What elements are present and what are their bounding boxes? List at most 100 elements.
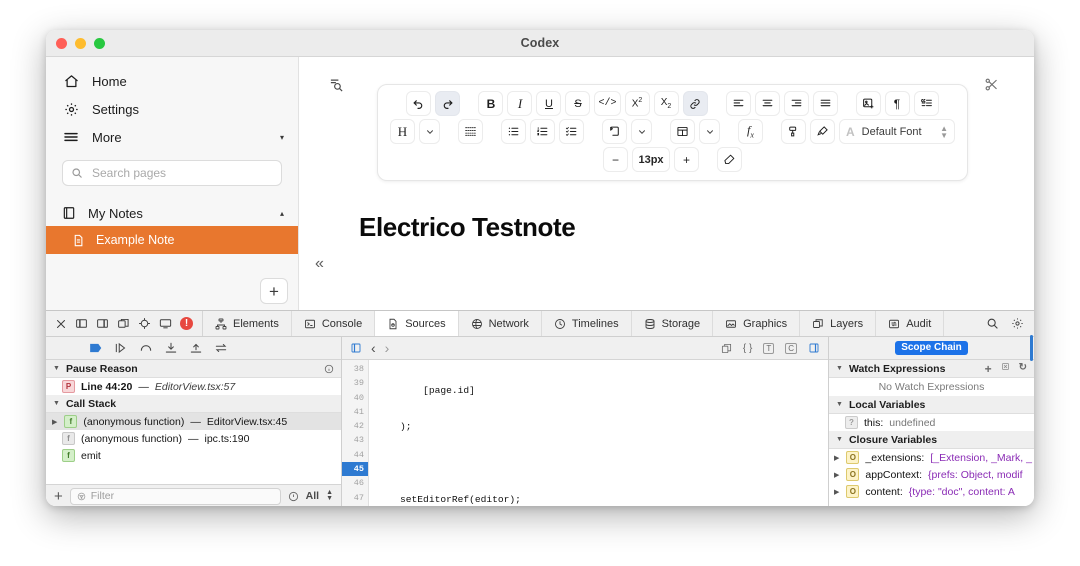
chevron-updown-icon[interactable]: ▲▼ xyxy=(326,490,333,502)
italic-button[interactable]: I xyxy=(507,91,532,116)
undo-button[interactable] xyxy=(406,91,431,116)
font-family-select[interactable]: A Default Font ▲▼ xyxy=(839,119,955,144)
search-box[interactable] xyxy=(62,160,282,186)
step-out-icon[interactable] xyxy=(189,342,203,354)
sidebar-section-header[interactable]: My Notes ▴ xyxy=(46,200,298,226)
dock-undock-icon[interactable] xyxy=(117,317,130,330)
find-in-page-icon[interactable] xyxy=(329,77,344,92)
closure-variable-row[interactable]: ▶ O _extensions: [_Extension, _Mark, _ xyxy=(829,449,1034,466)
tab-storage[interactable]: Storage xyxy=(632,311,714,336)
call-stack-frame[interactable]: f (anonymous function) — ipc.ts:190 xyxy=(46,430,341,447)
resources-icon[interactable] xyxy=(721,343,732,354)
resume-icon[interactable] xyxy=(114,342,128,354)
filter-scope-label[interactable]: All xyxy=(306,490,319,502)
disclosure-triangle-icon[interactable]: ▼ xyxy=(836,365,843,372)
info-icon[interactable] xyxy=(324,364,334,374)
pretty-print-icon[interactable]: { } xyxy=(743,343,752,354)
nav-back-icon[interactable]: ‹ xyxy=(371,340,376,356)
superscript-button[interactable]: X2 xyxy=(625,91,650,116)
tab-network[interactable]: Network xyxy=(459,311,542,336)
disclosure-triangle-icon[interactable]: ▼ xyxy=(53,400,60,407)
step-icon[interactable] xyxy=(214,342,228,354)
search-input[interactable] xyxy=(90,165,273,181)
strikethrough-button[interactable]: S xyxy=(565,91,590,116)
fill-color-button[interactable] xyxy=(781,119,806,144)
disclosure-triangle-icon[interactable]: ▶ xyxy=(834,488,839,496)
highlight-button[interactable] xyxy=(810,119,835,144)
tab-elements[interactable]: Elements xyxy=(203,311,292,336)
code-text[interactable]: [page.id] ); setEditorRef(editor); useEf… xyxy=(369,360,828,506)
closure-variable-row[interactable]: ▶ O appContext: {prefs: Object, modif xyxy=(829,466,1034,483)
filter-input[interactable]: Filter xyxy=(70,488,281,505)
pause-reason-header[interactable]: ▼ Pause Reason xyxy=(46,360,341,378)
subscript-button[interactable]: X2 xyxy=(654,91,679,116)
tab-sources[interactable]: Sources xyxy=(375,311,458,336)
add-watch-icon[interactable]: + xyxy=(985,362,992,376)
underline-button[interactable]: U xyxy=(536,91,561,116)
sidebar-item-more[interactable]: More ▾ xyxy=(46,123,298,151)
refresh-watch-icon[interactable]: ↻ xyxy=(1019,362,1027,376)
pause-reason-entry[interactable]: P Line 44:20 — EditorView.tsx:57 xyxy=(46,378,341,395)
add-filter-button[interactable]: + xyxy=(54,488,63,505)
disclosure-triangle-icon[interactable]: ▼ xyxy=(53,365,60,372)
chevron-up-icon[interactable]: ▴ xyxy=(280,209,284,218)
show-type-icon[interactable]: T xyxy=(763,343,774,354)
sidebar-item-settings[interactable]: Settings xyxy=(46,95,298,123)
minimize-window-button[interactable] xyxy=(75,38,86,49)
step-over-icon[interactable] xyxy=(139,342,153,354)
blockquote-button[interactable] xyxy=(914,91,939,116)
dock-bottom-icon[interactable] xyxy=(96,317,109,330)
close-window-button[interactable] xyxy=(56,38,67,49)
closure-variable-row[interactable]: ▶ O content: {type: "doc", content: A xyxy=(829,483,1034,500)
disclosure-triangle-icon[interactable]: ▶ xyxy=(834,471,839,479)
maximize-window-button[interactable] xyxy=(94,38,105,49)
link-button[interactable] xyxy=(683,91,708,116)
task-list-button[interactable] xyxy=(559,119,584,144)
devtools-search-icon[interactable] xyxy=(986,317,999,330)
code-button[interactable]: </> xyxy=(594,91,620,116)
insert-image-button[interactable] xyxy=(856,91,881,116)
code-view[interactable]: 38 39 40 41 42 43 44 45 46 47 48 49 xyxy=(342,360,828,506)
disclosure-triangle-icon[interactable]: ▼ xyxy=(836,401,843,408)
details-sidebar-icon[interactable] xyxy=(808,342,820,354)
dock-left-icon[interactable] xyxy=(75,317,88,330)
nav-forward-icon[interactable]: › xyxy=(385,340,390,356)
tab-audit[interactable]: Audit xyxy=(876,311,944,336)
heading-dropdown-caret[interactable] xyxy=(419,119,440,144)
local-variables-header[interactable]: ▼ Local Variables xyxy=(829,396,1034,414)
embed-dropdown-caret[interactable] xyxy=(631,119,652,144)
error-badge[interactable]: ! xyxy=(180,317,193,330)
align-center-button[interactable] xyxy=(755,91,780,116)
horizontal-rule-button[interactable] xyxy=(458,119,483,144)
tab-console[interactable]: Console xyxy=(292,311,375,336)
show-compiled-icon[interactable]: C xyxy=(785,343,797,354)
inspect-element-icon[interactable] xyxy=(138,317,151,330)
chevron-down-icon[interactable]: ▾ xyxy=(280,133,284,142)
disclosure-triangle-icon[interactable]: ▶ xyxy=(834,454,839,462)
sidebar-item-home[interactable]: Home xyxy=(46,67,298,95)
scope-chain-chip[interactable]: Scope Chain xyxy=(895,341,968,355)
clear-formatting-button[interactable] xyxy=(717,147,742,172)
font-size-decrease-button[interactable]: − xyxy=(603,147,628,172)
warning-icon[interactable] xyxy=(288,491,299,502)
sidebar-note-example-note[interactable]: Example Note xyxy=(46,226,298,254)
add-note-button[interactable]: + xyxy=(260,278,288,304)
tab-graphics[interactable]: Graphics xyxy=(713,311,800,336)
collapse-sidebar-button[interactable]: « xyxy=(315,255,324,273)
embed-button[interactable] xyxy=(602,119,627,144)
delete-watch-icon[interactable] xyxy=(1001,362,1010,376)
call-stack-frame[interactable]: ▶ f (anonymous function) — EditorView.ts… xyxy=(46,413,341,430)
closure-variables-header[interactable]: ▼ Closure Variables xyxy=(829,431,1034,449)
code-gutter[interactable]: 38 39 40 41 42 43 44 45 46 47 48 49 xyxy=(342,360,369,506)
formula-button[interactable]: fx xyxy=(738,119,763,144)
heading-button[interactable]: H xyxy=(390,119,415,144)
scissors-icon[interactable] xyxy=(984,77,999,92)
window-traffic-lights[interactable] xyxy=(56,38,105,49)
disclosure-triangle-icon[interactable]: ▼ xyxy=(836,436,843,443)
font-size-value[interactable]: 13px xyxy=(632,147,670,172)
deactivate-breakpoints-icon[interactable] xyxy=(89,342,103,354)
table-dropdown-caret[interactable] xyxy=(699,119,720,144)
align-justify-button[interactable] xyxy=(813,91,838,116)
sidebar-toggle-icon[interactable] xyxy=(350,342,362,354)
tab-timelines[interactable]: Timelines xyxy=(542,311,632,336)
